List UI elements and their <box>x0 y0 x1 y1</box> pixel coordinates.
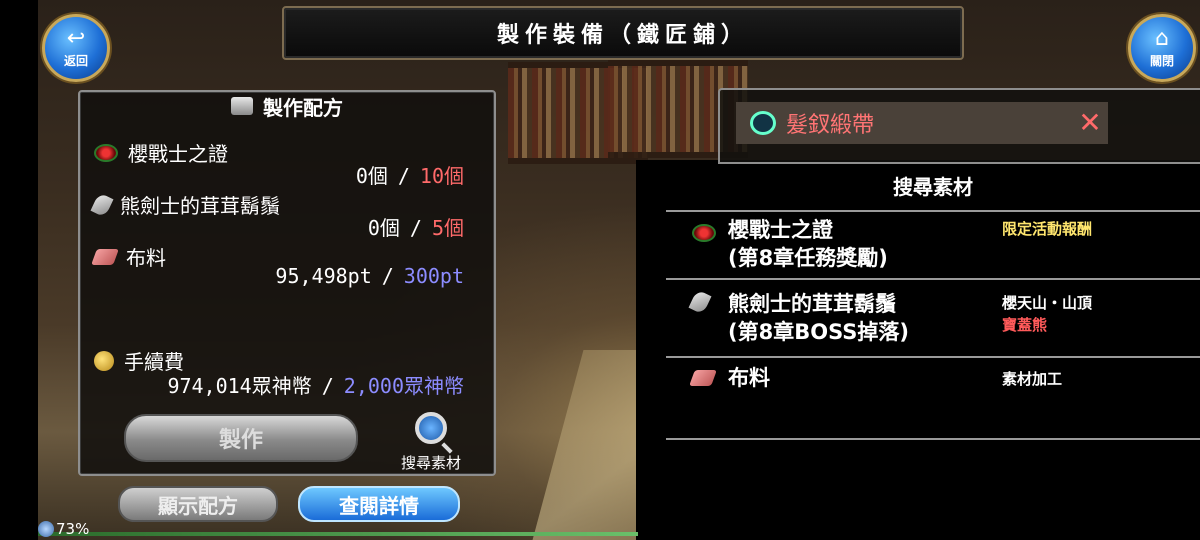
page-title: 製作裝備（鐵匠鋪） <box>496 23 749 48</box>
cloth-icon <box>91 248 119 265</box>
source-row[interactable]: 布料 素材加工 <box>666 358 1200 440</box>
feather-icon <box>688 289 712 315</box>
search-material-panel: 搜尋素材 櫻戰士之證 (第8章任務獎勵) 限定活動報酬 熊劍士的茸茸鬍鬚 (第8… <box>636 160 1200 540</box>
back-label: 返回 <box>63 53 88 68</box>
material-row: 熊劍士的茸茸鬍鬚 <box>90 190 280 219</box>
material-count: 95,498pt/300pt <box>275 264 464 288</box>
need-count: 300pt <box>403 264 464 288</box>
view-details-button[interactable]: 查閱詳情 <box>298 486 460 522</box>
make-button[interactable]: 製作 <box>124 414 358 462</box>
need-count: 5個 <box>431 216 464 240</box>
material-count: 0個/10個 <box>355 164 464 188</box>
close-item-button[interactable]: ✕ <box>1072 108 1108 138</box>
recipe-panel: 製作配方 櫻戰士之證 0個/10個 熊劍士的茸茸鬍鬚 0個/5個 布料 95,4… <box>78 90 496 476</box>
source-name: 櫻戰士之證 (第8章任務獎勵) <box>728 216 888 272</box>
battery-icon <box>38 521 54 537</box>
source-name-line2: (第8章任務獎勵) <box>728 246 888 270</box>
fee-have: 974,014眾神幣 <box>167 374 312 398</box>
status-bar-line <box>38 532 638 536</box>
cloth-icon <box>689 370 717 386</box>
material-name: 櫻戰士之證 <box>128 142 228 166</box>
left-letterbox <box>0 0 38 540</box>
magnifier-icon <box>415 412 447 444</box>
source-location-line1: 櫻天山・山頂 <box>1002 294 1093 312</box>
back-arrow-icon: ↩ <box>66 25 86 51</box>
source-location: 素材加工 <box>1002 370 1063 388</box>
have-count: 95,498pt <box>275 264 372 288</box>
material-name: 布料 <box>126 246 166 270</box>
back-button[interactable]: ↩ 返回 <box>42 14 110 82</box>
battery-value: 73% <box>56 520 90 538</box>
selected-item: 髮釵緞帶 ✕ <box>736 102 1108 144</box>
source-name-line1: 櫻戰士之證 <box>728 218 833 242</box>
search-material-button[interactable]: 搜尋素材 <box>386 412 476 472</box>
item-panel: 髮釵緞帶 ✕ <box>718 88 1200 164</box>
source-name: 布料 <box>728 366 770 390</box>
search-material-label: 搜尋素材 <box>400 454 461 472</box>
need-count: 10個 <box>419 164 464 188</box>
have-count: 0個 <box>355 164 388 188</box>
search-panel-title: 搜尋素材 <box>666 160 1200 212</box>
source-name-line2: (第8章BOSS掉落) <box>728 320 909 344</box>
source-name: 熊劍士的茸茸鬍鬚 (第8章BOSS掉落) <box>728 290 909 346</box>
item-name: 髮釵緞帶 <box>786 113 875 138</box>
source-row[interactable]: 櫻戰士之證 (第8章任務獎勵) 限定活動報酬 <box>666 212 1200 280</box>
close-button[interactable]: ⌂ 關閉 <box>1128 14 1196 82</box>
coins-icon <box>94 350 114 371</box>
source-row[interactable]: 熊劍士的茸茸鬍鬚 (第8章BOSS掉落) 櫻天山・山頂 寶蓋熊 <box>666 280 1200 358</box>
source-boss: 寶蓋熊 <box>1002 316 1048 334</box>
recipe-scroll-icon <box>231 97 253 115</box>
material-count: 0個/5個 <box>367 216 464 240</box>
source-location: 櫻天山・山頂 寶蓋熊 <box>1002 292 1092 336</box>
material-row: 櫻戰士之證 <box>94 138 228 167</box>
hairband-icon <box>750 111 776 135</box>
red-ring-icon <box>692 224 716 242</box>
feather-icon <box>90 192 114 217</box>
red-ring-icon <box>94 143 118 162</box>
source-name-line1: 熊劍士的茸茸鬍鬚 <box>728 292 896 316</box>
fee-need: 2,000眾神幣 <box>343 374 464 398</box>
recipe-header: 製作配方 <box>80 92 494 120</box>
battery-status: 73% <box>38 520 89 538</box>
recipe-title: 製作配方 <box>263 95 343 120</box>
fee-count: 974,014眾神幣/2,000眾神幣 <box>167 374 464 398</box>
home-icon: ⌂ <box>1155 25 1169 51</box>
material-name: 熊劍士的茸茸鬍鬚 <box>120 194 280 218</box>
source-location: 限定活動報酬 <box>1002 220 1093 238</box>
title-bar: 製作裝備（鐵匠鋪） <box>282 6 964 60</box>
show-recipe-button[interactable]: 顯示配方 <box>118 486 278 522</box>
game-screen: 製作裝備（鐵匠鋪） ↩ 返回 ⌂ 關閉 製作配方 櫻戰士之證 0個/10個 熊劍… <box>0 0 1200 540</box>
have-count: 0個 <box>367 216 400 240</box>
close-label: 關閉 <box>1149 53 1174 68</box>
material-row: 布料 <box>91 242 166 271</box>
